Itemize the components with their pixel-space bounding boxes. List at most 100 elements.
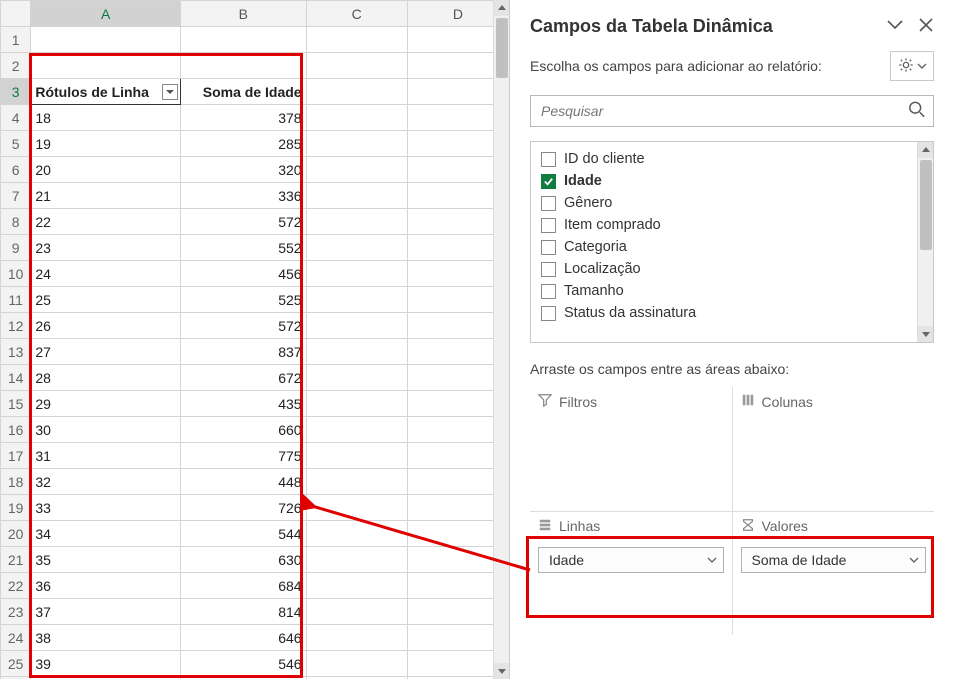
checkbox-icon[interactable] — [541, 152, 556, 167]
select-all-corner[interactable] — [1, 1, 31, 27]
row-header[interactable]: 16 — [1, 417, 31, 443]
column-header-B[interactable]: B — [181, 1, 306, 27]
row-header[interactable]: 17 — [1, 443, 31, 469]
row-header[interactable]: 20 — [1, 521, 31, 547]
cell[interactable] — [306, 495, 407, 521]
row-header[interactable]: 18 — [1, 469, 31, 495]
cell[interactable] — [306, 469, 407, 495]
pivot-row-label[interactable]: 33 — [31, 495, 181, 521]
collapse-icon[interactable] — [886, 16, 904, 37]
cell[interactable] — [306, 27, 407, 53]
field-list-scrollbar[interactable] — [917, 142, 933, 342]
filters-zone[interactable]: Filtros — [530, 387, 732, 511]
cell[interactable] — [306, 547, 407, 573]
row-header[interactable]: 7 — [1, 183, 31, 209]
cell[interactable] — [181, 53, 306, 79]
pivot-row-value[interactable]: 525 — [181, 287, 306, 313]
pivot-row-label[interactable]: 37 — [31, 599, 181, 625]
scroll-down-icon[interactable] — [494, 663, 510, 679]
cell[interactable] — [306, 521, 407, 547]
column-header-A[interactable]: A — [31, 1, 181, 27]
rows-zone[interactable]: Linhas Idade — [530, 512, 732, 636]
rows-field-pill[interactable]: Idade — [538, 547, 724, 573]
field-item[interactable]: Item comprado — [537, 214, 927, 236]
pivot-row-value[interactable]: 552 — [181, 235, 306, 261]
cell[interactable] — [306, 79, 407, 105]
scroll-thumb[interactable] — [920, 160, 932, 250]
pivot-row-value[interactable]: 572 — [181, 209, 306, 235]
pivot-row-label[interactable]: 31 — [31, 443, 181, 469]
pivot-row-label[interactable]: 34 — [31, 521, 181, 547]
values-field-pill[interactable]: Soma de Idade — [741, 547, 927, 573]
cell[interactable] — [31, 53, 181, 79]
cell[interactable] — [306, 417, 407, 443]
cell[interactable] — [306, 365, 407, 391]
checkbox-icon[interactable] — [541, 174, 556, 189]
pivot-row-value[interactable]: 378 — [181, 105, 306, 131]
cell[interactable] — [306, 625, 407, 651]
values-zone[interactable]: Valores Soma de Idade — [733, 512, 935, 636]
row-header[interactable]: 8 — [1, 209, 31, 235]
cell[interactable] — [306, 287, 407, 313]
cell[interactable] — [306, 651, 407, 677]
scroll-down-icon[interactable] — [918, 326, 934, 342]
pivot-row-label[interactable]: 22 — [31, 209, 181, 235]
pivot-row-label[interactable]: 21 — [31, 183, 181, 209]
field-item[interactable]: Tamanho — [537, 280, 927, 302]
row-header[interactable]: 4 — [1, 105, 31, 131]
pivot-row-value[interactable]: 726 — [181, 495, 306, 521]
spreadsheet-grid[interactable]: A B C D 1 2 3 Rótulos de Linha Soma de I… — [0, 0, 509, 679]
pivot-row-value[interactable]: 320 — [181, 157, 306, 183]
column-header-C[interactable]: C — [306, 1, 407, 27]
filter-dropdown-button[interactable] — [162, 84, 178, 100]
sheet-vertical-scrollbar[interactable] — [493, 0, 509, 679]
settings-button[interactable] — [890, 51, 934, 81]
cell[interactable] — [181, 27, 306, 53]
row-header[interactable]: 21 — [1, 547, 31, 573]
checkbox-icon[interactable] — [541, 262, 556, 277]
cell[interactable] — [306, 443, 407, 469]
pivot-row-label[interactable]: 18 — [31, 105, 181, 131]
row-header[interactable]: 2 — [1, 53, 31, 79]
row-header[interactable]: 3 — [1, 79, 31, 105]
pivot-row-value[interactable]: 630 — [181, 547, 306, 573]
row-header[interactable]: 22 — [1, 573, 31, 599]
row-header[interactable]: 25 — [1, 651, 31, 677]
close-icon[interactable] — [918, 17, 934, 36]
row-header[interactable]: 15 — [1, 391, 31, 417]
pivot-row-value[interactable]: 672 — [181, 365, 306, 391]
pivot-row-value[interactable]: 546 — [181, 651, 306, 677]
pivot-row-label[interactable]: 38 — [31, 625, 181, 651]
pivot-row-label[interactable]: 25 — [31, 287, 181, 313]
scroll-up-icon[interactable] — [918, 142, 934, 158]
pivot-row-value[interactable]: 435 — [181, 391, 306, 417]
pivot-row-label[interactable]: 27 — [31, 339, 181, 365]
cell[interactable] — [31, 27, 181, 53]
cell[interactable] — [306, 209, 407, 235]
pivot-row-value[interactable]: 544 — [181, 521, 306, 547]
pivot-row-value[interactable]: 837 — [181, 339, 306, 365]
pivot-row-value[interactable]: 660 — [181, 417, 306, 443]
field-item[interactable]: ID do cliente — [537, 148, 927, 170]
pivot-row-value[interactable]: 775 — [181, 443, 306, 469]
columns-zone[interactable]: Colunas — [733, 387, 935, 511]
cell[interactable] — [306, 261, 407, 287]
pivot-row-value[interactable]: 814 — [181, 599, 306, 625]
field-item[interactable]: Idade — [537, 170, 927, 192]
pivot-row-value[interactable]: 684 — [181, 573, 306, 599]
checkbox-icon[interactable] — [541, 218, 556, 233]
field-item[interactable]: Categoria — [537, 236, 927, 258]
cell[interactable] — [306, 53, 407, 79]
pivot-row-value[interactable]: 646 — [181, 625, 306, 651]
pivot-row-label[interactable]: 24 — [31, 261, 181, 287]
row-header[interactable]: 14 — [1, 365, 31, 391]
search-input[interactable] — [530, 95, 934, 127]
pivot-row-value[interactable]: 285 — [181, 131, 306, 157]
cell[interactable] — [306, 235, 407, 261]
pivot-row-label[interactable]: 39 — [31, 651, 181, 677]
pivot-row-value[interactable]: 336 — [181, 183, 306, 209]
pivot-row-label[interactable]: 26 — [31, 313, 181, 339]
cell[interactable] — [306, 105, 407, 131]
pivot-row-label[interactable]: 32 — [31, 469, 181, 495]
cell[interactable] — [306, 313, 407, 339]
